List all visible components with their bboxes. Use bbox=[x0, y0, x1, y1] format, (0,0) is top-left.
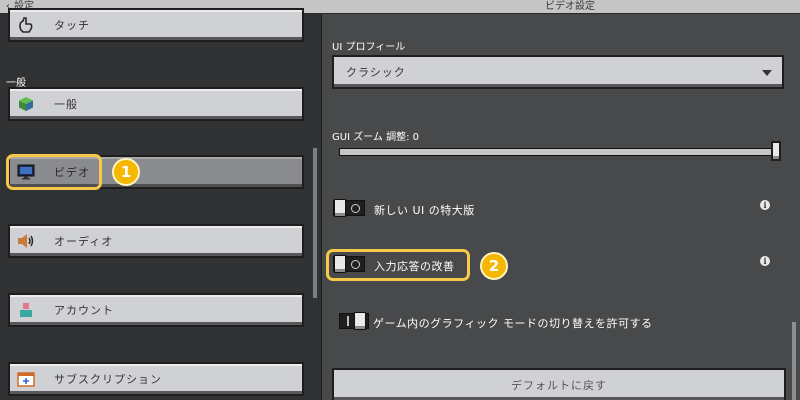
sidebar-item-label: 一般 bbox=[54, 98, 78, 111]
toggle-graphics-mode[interactable] bbox=[339, 312, 369, 330]
sidebar bbox=[0, 14, 322, 400]
toggle-knob bbox=[354, 312, 366, 330]
callout-badge-2: 2 bbox=[480, 252, 508, 280]
sidebar-item-account[interactable]: アカウント bbox=[8, 293, 304, 327]
toggle-graphics-mode-label: ゲーム内のグラフィック モードの切り替えを許可する bbox=[373, 317, 653, 330]
subscription-icon bbox=[16, 369, 36, 389]
settings-scrollbar[interactable] bbox=[792, 322, 796, 400]
reset-defaults-label: デフォルトに戻す bbox=[511, 379, 607, 392]
account-icon bbox=[16, 300, 36, 320]
gui-zoom-slider[interactable] bbox=[339, 148, 781, 156]
toggle-knob bbox=[334, 199, 346, 217]
sidebar-item-label: サブスクリプション bbox=[54, 373, 162, 386]
highlight-input-response bbox=[326, 249, 470, 281]
info-icon[interactable]: i bbox=[760, 256, 770, 266]
gui-zoom-fill bbox=[340, 149, 780, 155]
highlight-video bbox=[6, 154, 102, 190]
grass-block-icon bbox=[16, 94, 36, 114]
ui-profile-dropdown[interactable]: クラシック bbox=[332, 55, 784, 89]
sidebar-item-label: オーディオ bbox=[54, 235, 114, 248]
callout-badge-1: 1 bbox=[112, 158, 140, 186]
chevron-down-icon bbox=[762, 70, 772, 76]
reset-defaults-button[interactable]: デフォルトに戻す bbox=[332, 368, 786, 400]
sidebar-item-audio[interactable]: オーディオ bbox=[8, 224, 304, 258]
toggle-large-ui[interactable] bbox=[333, 199, 365, 217]
speaker-icon bbox=[16, 231, 36, 251]
sidebar-item-subscription[interactable]: サブスクリプション bbox=[8, 362, 304, 396]
gui-zoom-handle[interactable] bbox=[771, 141, 781, 161]
toggle-large-ui-label: 新しい UI の特大版 bbox=[374, 204, 475, 217]
sidebar-item-label: タッチ bbox=[54, 19, 90, 32]
ui-profile-label: UI プロフィール bbox=[332, 42, 406, 53]
sidebar-item-touch[interactable]: タッチ bbox=[8, 8, 304, 42]
hand-touch-icon bbox=[16, 15, 36, 35]
toggle-off-bar-icon bbox=[347, 316, 349, 326]
sidebar-scrollbar[interactable] bbox=[313, 148, 317, 298]
gui-zoom-label: GUI ズーム 調整: 0 bbox=[332, 132, 419, 143]
ui-profile-value: クラシック bbox=[346, 66, 406, 79]
toggle-off-icon bbox=[351, 204, 360, 213]
sidebar-item-label: アカウント bbox=[54, 304, 114, 317]
sidebar-item-general[interactable]: 一般 bbox=[8, 87, 304, 121]
info-icon[interactable]: i bbox=[760, 200, 770, 210]
